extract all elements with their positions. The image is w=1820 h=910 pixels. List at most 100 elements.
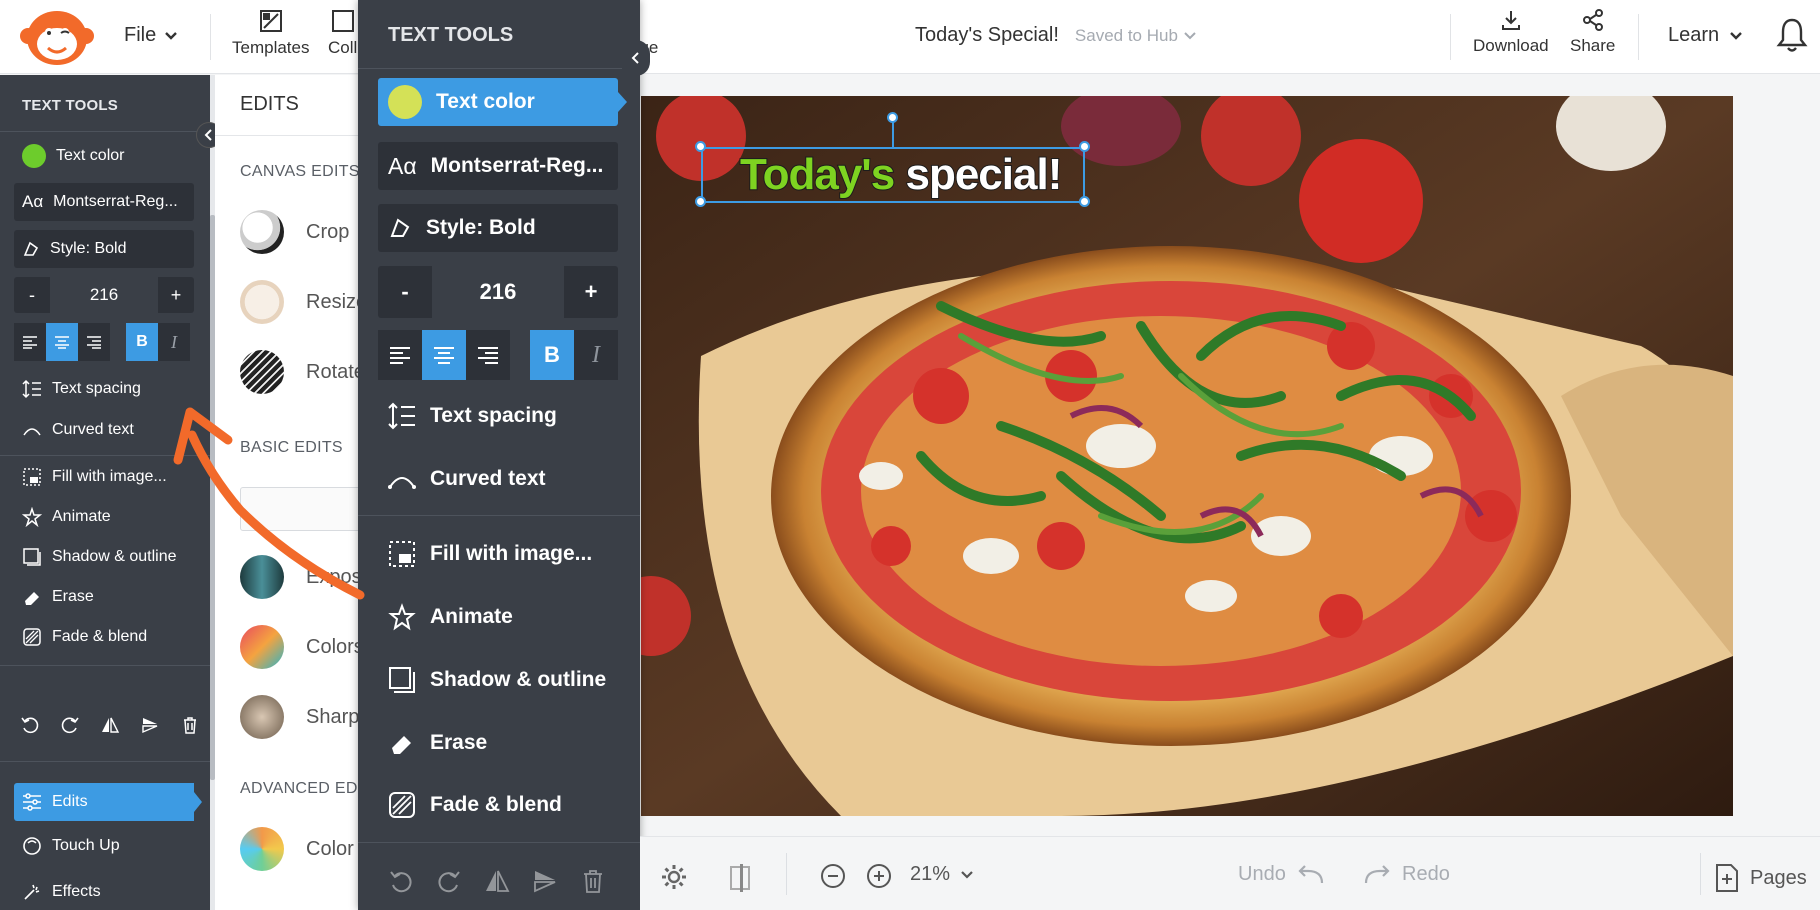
style-selector[interactable]: Style: Bold — [14, 230, 194, 268]
align-right-icon — [87, 336, 101, 349]
resize-thumbnail — [240, 280, 284, 324]
shadow-outline-icon — [23, 548, 41, 566]
shadow-outline-button[interactable]: Shadow & outline — [14, 538, 194, 576]
bold-button[interactable]: B — [126, 323, 158, 361]
pages-button[interactable]: Pages — [1714, 863, 1807, 893]
divider — [1700, 853, 1701, 895]
colors-edit[interactable]: Colors — [240, 625, 360, 669]
erase-button[interactable]: Erase — [378, 719, 618, 767]
file-menu[interactable]: File — [124, 24, 178, 47]
font-selector[interactable]: Aα Montserrat-Reg... — [14, 183, 194, 221]
style-selector[interactable]: Style: Bold — [378, 204, 618, 252]
fill-with-image-button[interactable]: Fill with image... — [14, 458, 194, 496]
crop-thumbnail — [240, 210, 284, 254]
align-left-button[interactable] — [14, 323, 46, 361]
rotate-right-icon[interactable] — [60, 715, 80, 735]
curved-text-button[interactable]: Curved text — [378, 455, 618, 503]
italic-button[interactable]: I — [574, 330, 618, 380]
shadow-outline-button[interactable]: Shadow & outline — [378, 656, 618, 704]
sharpen-thumbnail — [240, 695, 284, 739]
style-label: Style: Bold — [426, 216, 536, 239]
align-right-button[interactable] — [78, 323, 110, 361]
rotation-handle[interactable] — [887, 112, 898, 123]
increase-size-button[interactable]: + — [564, 266, 618, 318]
trash-icon[interactable] — [580, 868, 606, 894]
zoom-panel-collapse-tab[interactable] — [622, 40, 650, 76]
templates-label: Templates — [232, 38, 310, 57]
font-selector[interactable]: Aα Montserrat-Reg... — [378, 142, 618, 190]
text-color-button[interactable]: Text color — [14, 137, 194, 175]
resize-handle-top-left[interactable] — [695, 141, 706, 152]
font-size-value[interactable]: 216 — [432, 266, 564, 318]
decrease-size-button[interactable]: - — [14, 277, 50, 313]
fill-with-image-button[interactable]: Fill with image... — [378, 530, 618, 578]
canvas-edits-heading: CANVAS EDITS — [240, 163, 360, 180]
bold-button[interactable]: B — [530, 330, 574, 380]
resize-handle-bottom-right[interactable] — [1079, 196, 1090, 207]
italic-button[interactable]: I — [158, 323, 190, 361]
font-label: Montserrat-Reg... — [430, 154, 604, 177]
flip-vertical-icon[interactable] — [532, 868, 558, 894]
animate-button[interactable]: Animate — [378, 593, 618, 641]
flip-horizontal-icon[interactable] — [484, 868, 510, 894]
resize-edit[interactable]: Resize — [240, 280, 360, 324]
collage-button[interactable]: Coll — [328, 8, 357, 58]
download-label: Download — [1473, 36, 1549, 55]
sharpen-label: Sharpen — [306, 705, 360, 728]
nav-effects[interactable]: Effects — [14, 873, 194, 910]
fade-blend-button[interactable]: Fade & blend — [378, 781, 618, 829]
erase-button[interactable]: Erase — [14, 578, 194, 616]
settings-button[interactable] — [660, 863, 688, 891]
saved-status[interactable]: Saved to Hub — [1075, 26, 1196, 46]
picmonkey-logo-icon[interactable] — [18, 6, 96, 68]
undo-button[interactable]: Undo — [1238, 863, 1326, 886]
text-color-button[interactable]: Text color — [378, 78, 618, 126]
learn-menu[interactable]: Learn — [1668, 24, 1743, 47]
rotate-left-icon[interactable] — [20, 715, 40, 735]
redo-label: Redo — [1402, 863, 1450, 885]
zoom-level-dropdown[interactable]: 21% — [910, 863, 974, 886]
crop-edit[interactable]: Crop — [240, 210, 349, 254]
notification-bell-icon[interactable] — [1776, 16, 1808, 54]
download-button[interactable]: Download — [1473, 8, 1549, 56]
nav-touch-up[interactable]: Touch Up — [14, 827, 194, 865]
share-button[interactable]: Share — [1570, 8, 1615, 56]
sharpen-edit[interactable]: Sharpen — [240, 695, 360, 739]
align-center-button[interactable] — [46, 323, 78, 361]
animate-button[interactable]: Animate — [14, 498, 194, 536]
font-size-value[interactable]: 216 — [50, 277, 158, 313]
templates-button[interactable]: Templates — [232, 8, 309, 58]
rotate-right-icon[interactable] — [436, 868, 462, 894]
document-title[interactable]: Today's Special! — [915, 24, 1059, 47]
align-right-button[interactable] — [466, 330, 510, 380]
zoom-in-button[interactable] — [866, 863, 892, 889]
color-changer-edit[interactable]: Color — [240, 827, 354, 871]
nav-touch-up-label: Touch Up — [52, 837, 120, 854]
canvas-text-layer[interactable]: Today's special! — [739, 149, 1063, 200]
redo-button[interactable]: Redo — [1362, 863, 1450, 886]
divider — [358, 68, 640, 69]
resize-handle-bottom-left[interactable] — [695, 196, 706, 207]
decrease-size-button[interactable]: - — [378, 266, 432, 318]
resize-handle-top-right[interactable] — [1079, 141, 1090, 152]
curved-text-button[interactable]: Curved text — [14, 411, 194, 449]
zoom-out-button[interactable] — [820, 863, 846, 889]
flip-vertical-icon[interactable] — [140, 715, 160, 735]
rotate-left-icon[interactable] — [388, 868, 414, 894]
text-spacing-button[interactable]: Text spacing — [14, 370, 194, 408]
font-label: Montserrat-Reg... — [53, 193, 178, 210]
align-center-button[interactable] — [422, 330, 466, 380]
align-center-icon — [55, 336, 69, 349]
flip-horizontal-icon[interactable] — [100, 715, 120, 735]
compare-button[interactable] — [728, 863, 752, 893]
text-color-label: Text color — [56, 147, 125, 164]
nav-edits[interactable]: Edits — [14, 783, 194, 821]
pizza-photo[interactable] — [641, 96, 1733, 816]
text-spacing-button[interactable]: Text spacing — [378, 392, 618, 440]
increase-size-button[interactable]: + — [158, 277, 194, 313]
chevron-down-icon — [1184, 32, 1196, 40]
fade-blend-button[interactable]: Fade & blend — [14, 618, 194, 656]
trash-icon[interactable] — [180, 715, 200, 735]
align-left-button[interactable] — [378, 330, 422, 380]
rotate-edit[interactable]: Rotate — [240, 350, 360, 394]
